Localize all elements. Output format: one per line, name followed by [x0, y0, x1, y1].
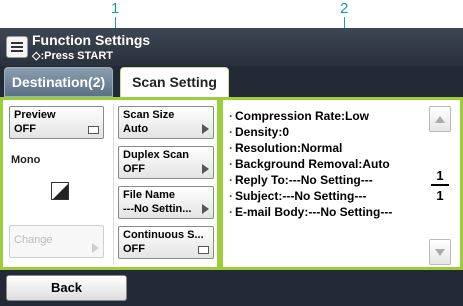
- title-bar: Function Settings ◇:Press START: [0, 28, 463, 66]
- chevron-right-icon: [92, 243, 99, 253]
- settings-summary-list: · Compression Rate:Low · Density:0 · Resolu…: [229, 108, 392, 220]
- duplex-scan-value: OFF: [123, 163, 145, 175]
- scan-size-button[interactable]: Scan Size Auto: [118, 106, 214, 139]
- continuous-scan-value: OFF: [123, 243, 145, 255]
- list-item: · Background Removal:Auto: [229, 157, 390, 171]
- file-name-label: File Name: [123, 189, 175, 201]
- start-hint: ◇:Press START: [32, 50, 113, 62]
- page-title: Function Settings: [32, 32, 151, 48]
- preview-value: OFF: [14, 123, 36, 135]
- chevron-right-icon: [202, 124, 209, 134]
- checkbox-icon: [198, 246, 209, 254]
- duplex-scan-label: Duplex Scan: [123, 149, 190, 161]
- page-total: 1: [436, 188, 444, 203]
- list-item: · Density:0: [229, 125, 290, 139]
- content-area: Preview OFF Mono Change Scan Size Auto D…: [0, 97, 463, 270]
- callout-2: 2: [340, 0, 349, 17]
- preview-button[interactable]: Preview OFF: [9, 106, 104, 139]
- tab-destination[interactable]: Destination(2): [4, 67, 113, 97]
- arrow-up-icon: [435, 116, 445, 123]
- arrow-down-icon: [435, 249, 445, 256]
- settings-panel: Preview OFF Mono Change Scan Size Auto D…: [2, 99, 218, 268]
- bottom-bar: Back: [0, 270, 463, 306]
- panel-divider: [113, 104, 114, 265]
- color-mode-label: Mono: [11, 154, 41, 166]
- back-button[interactable]: Back: [6, 275, 127, 301]
- callout-1: 1: [111, 0, 120, 17]
- scan-size-label: Scan Size: [123, 109, 175, 121]
- list-item: · Subject:---No Setting---: [229, 189, 367, 203]
- page-separator: [431, 184, 449, 186]
- tab-scan-setting[interactable]: Scan Setting: [120, 67, 229, 99]
- chevron-right-icon: [202, 164, 209, 174]
- list-item: · Reply To:---No Setting---: [229, 173, 373, 187]
- list-item: · Compression Rate:Low: [229, 109, 370, 123]
- duplex-scan-button[interactable]: Duplex Scan OFF: [118, 146, 214, 179]
- scroll-down-button[interactable]: [429, 239, 451, 265]
- menu-list-icon: [6, 36, 28, 58]
- file-name-button[interactable]: File Name ---No Settin...: [118, 186, 214, 219]
- list-item: · Resolution:Normal: [229, 141, 343, 155]
- preview-label: Preview: [14, 109, 56, 121]
- continuous-scan-label: Continuous S...: [123, 229, 204, 241]
- change-label: Change: [14, 234, 53, 246]
- device-screen: Function Settings ◇:Press START Destinat…: [0, 28, 463, 306]
- mono-color-icon: [51, 182, 69, 200]
- chevron-right-icon: [202, 204, 209, 214]
- change-button[interactable]: Change: [9, 225, 104, 258]
- file-name-value: ---No Settin...: [123, 203, 192, 215]
- list-item: · E-mail Body:---No Setting---: [229, 205, 393, 219]
- checkbox-icon: [88, 126, 99, 134]
- continuous-scan-button[interactable]: Continuous S... OFF: [118, 226, 214, 259]
- scroll-up-button[interactable]: [429, 106, 451, 132]
- page-current: 1: [436, 168, 444, 183]
- scan-size-value: Auto: [123, 123, 149, 135]
- settings-summary-panel: · Compression Rate:Low · Density:0 · Resolu…: [222, 99, 461, 268]
